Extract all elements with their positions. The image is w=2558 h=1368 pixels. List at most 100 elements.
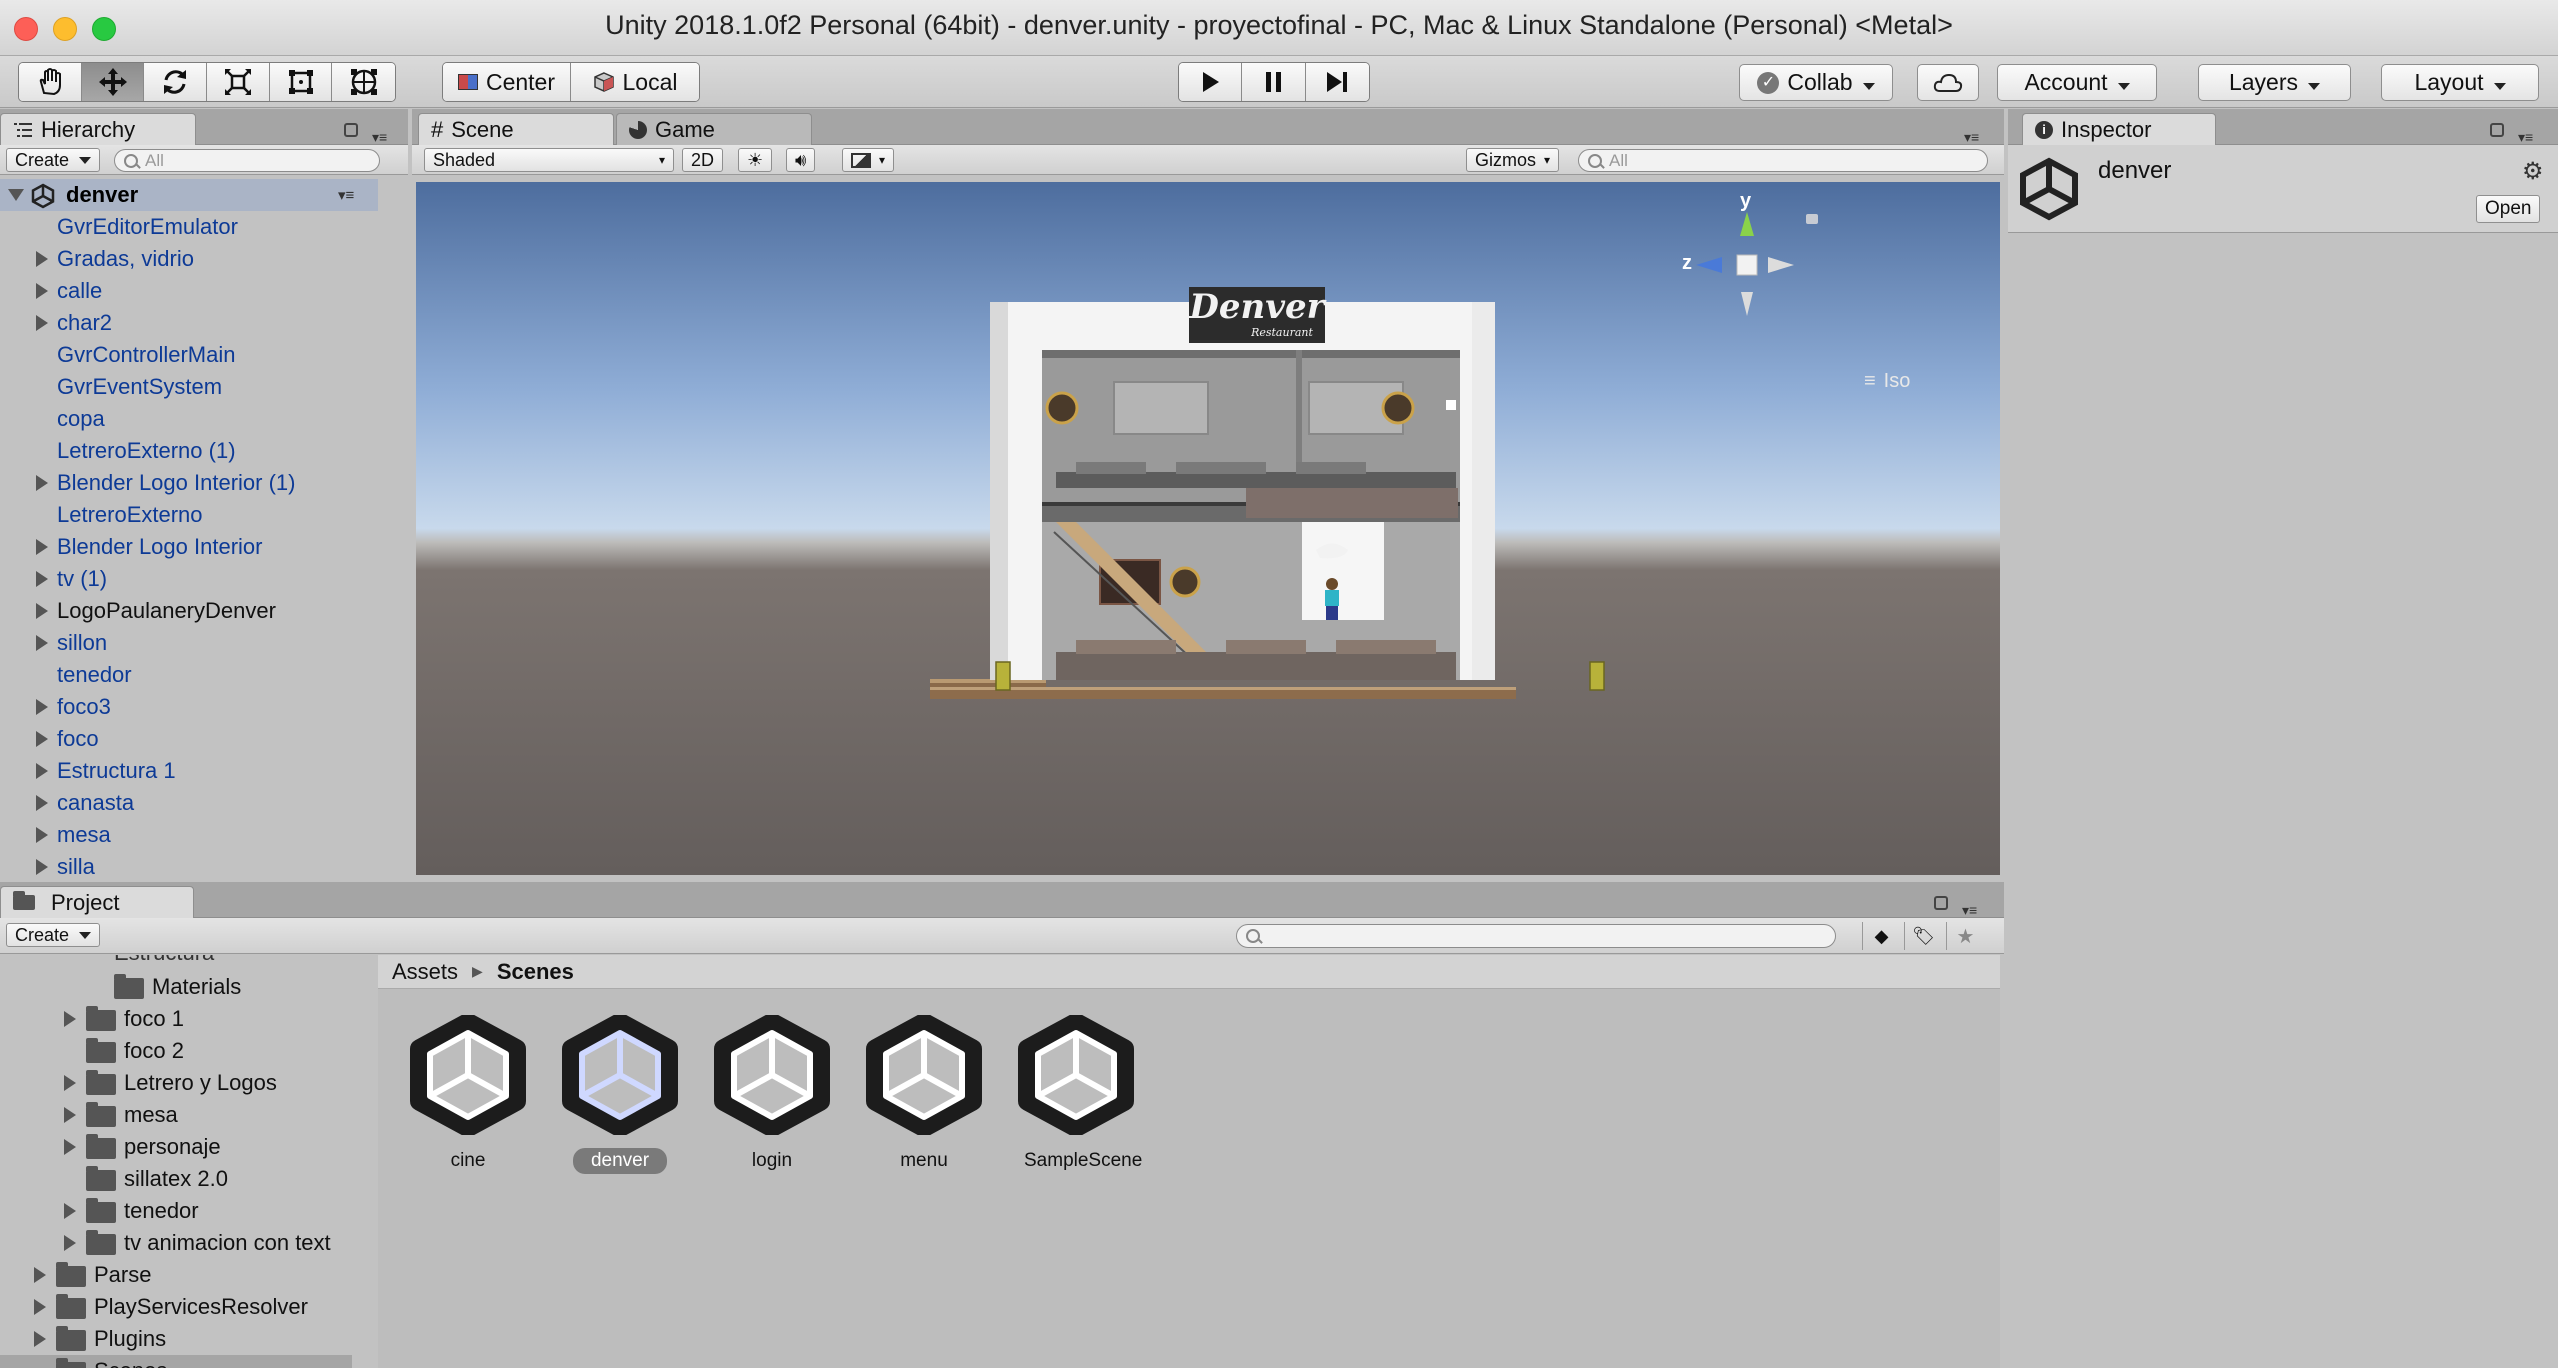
pivot-center-button[interactable]: Center bbox=[443, 63, 571, 101]
cloud-services-button[interactable] bbox=[1917, 64, 1979, 101]
hierarchy-item[interactable]: GvrEventSystem bbox=[0, 371, 378, 403]
collapsed-arrow-icon[interactable] bbox=[36, 635, 48, 651]
hierarchy-item[interactable]: canasta bbox=[0, 787, 378, 819]
search-by-label-button[interactable]: 🏷︎ bbox=[1904, 922, 1942, 950]
expanded-arrow-icon[interactable] bbox=[8, 189, 24, 201]
project-folder-row[interactable]: tenedor bbox=[0, 1195, 352, 1227]
project-search-input[interactable] bbox=[1236, 924, 1836, 948]
hierarchy-item[interactable]: calle bbox=[0, 275, 378, 307]
hierarchy-item[interactable]: tenedor bbox=[0, 659, 378, 691]
project-folder-row[interactable]: mesa bbox=[0, 1099, 352, 1131]
projection-toggle[interactable]: ≡ Iso bbox=[1864, 370, 1910, 393]
scene-asset[interactable]: menu bbox=[854, 1013, 994, 1174]
scene-root-row[interactable]: denver ▾≡ bbox=[0, 179, 378, 211]
tab-inspector[interactable]: i Inspector bbox=[2022, 113, 2216, 145]
project-menu-icon[interactable]: ▾≡ bbox=[1962, 902, 1977, 919]
collapsed-arrow-icon[interactable] bbox=[36, 283, 48, 299]
collapsed-arrow-icon[interactable] bbox=[36, 763, 48, 779]
collapsed-arrow-icon[interactable] bbox=[36, 475, 48, 491]
scene-asset[interactable]: denver bbox=[550, 1013, 690, 1174]
scene-effects-button[interactable]: ▾ bbox=[842, 148, 895, 172]
collapsed-arrow-icon[interactable] bbox=[34, 1299, 46, 1315]
orientation-gizmo[interactable]: y z bbox=[1682, 190, 1818, 340]
hierarchy-item[interactable]: Blender Logo Interior bbox=[0, 531, 378, 563]
project-folder-row[interactable]: Materials bbox=[0, 971, 352, 1003]
collapsed-arrow-icon[interactable] bbox=[34, 1267, 46, 1283]
project-folder-row[interactable]: sillatex 2.0 bbox=[0, 1163, 352, 1195]
hierarchy-item[interactable]: Blender Logo Interior (1) bbox=[0, 467, 378, 499]
settings-gear-icon[interactable]: ⚙ bbox=[2522, 157, 2544, 186]
project-folder-row[interactable]: Parse bbox=[0, 1259, 352, 1291]
hierarchy-item[interactable]: LetreroExterno bbox=[0, 499, 378, 531]
project-lock-icon[interactable] bbox=[1934, 896, 1948, 910]
project-folder-row[interactable]: foco 1 bbox=[0, 1003, 352, 1035]
collapsed-arrow-icon[interactable] bbox=[64, 1235, 76, 1251]
collapsed-arrow-icon[interactable] bbox=[36, 603, 48, 619]
project-folder-row[interactable]: personaje bbox=[0, 1131, 352, 1163]
project-folder-row[interactable]: foco 2 bbox=[0, 1035, 352, 1067]
collapsed-arrow-icon[interactable] bbox=[36, 859, 48, 875]
hierarchy-create-dropdown[interactable]: Create bbox=[6, 148, 101, 172]
move-tool-button[interactable] bbox=[81, 63, 145, 101]
scene-asset[interactable]: SampleScene bbox=[1006, 1013, 1146, 1174]
hierarchy-item[interactable]: foco3 bbox=[0, 691, 378, 723]
scene-asset[interactable]: cine bbox=[398, 1013, 538, 1174]
project-create-dropdown[interactable]: Create bbox=[6, 923, 101, 947]
search-by-type-button[interactable]: ◆ bbox=[1862, 922, 1900, 950]
transform-tool-button[interactable] bbox=[332, 63, 395, 101]
scene-viewport[interactable]: Denver Restaurant y z ≡ Iso bbox=[416, 182, 2000, 875]
hand-tool-button[interactable] bbox=[19, 63, 82, 101]
tab-game[interactable]: Game bbox=[616, 113, 812, 145]
project-folder-row[interactable]: Plugins bbox=[0, 1323, 352, 1355]
pause-button[interactable] bbox=[1242, 63, 1306, 101]
hierarchy-item[interactable]: LogoPaulaneryDenver bbox=[0, 595, 378, 627]
collapsed-arrow-icon[interactable] bbox=[64, 1011, 76, 1027]
favorites-button[interactable]: ★ bbox=[1946, 922, 1984, 950]
hierarchy-item[interactable]: GvrEditorEmulator bbox=[0, 211, 378, 243]
collapsed-arrow-icon[interactable] bbox=[36, 699, 48, 715]
collapsed-arrow-icon[interactable] bbox=[36, 827, 48, 843]
scene-menu-icon[interactable]: ▾≡ bbox=[338, 186, 354, 204]
project-folder-row[interactable]: PlayServicesResolver bbox=[0, 1291, 352, 1323]
collapsed-arrow-icon[interactable] bbox=[36, 539, 48, 555]
scene-panel-menu-icon[interactable]: ▾≡ bbox=[1964, 129, 1979, 146]
hierarchy-item[interactable]: GvrControllerMain bbox=[0, 339, 378, 371]
collapsed-arrow-icon[interactable] bbox=[36, 795, 48, 811]
scene-asset[interactable]: login bbox=[702, 1013, 842, 1174]
panel-menu-icon[interactable]: ▾≡ bbox=[372, 129, 387, 146]
breadcrumb-assets[interactable]: Assets bbox=[392, 959, 458, 985]
play-button[interactable] bbox=[1179, 63, 1243, 101]
scene-audio-button[interactable]: 🔊︎ bbox=[786, 148, 816, 172]
breadcrumb-scenes[interactable]: Scenes bbox=[497, 959, 574, 985]
hierarchy-item[interactable]: mesa bbox=[0, 819, 378, 851]
shading-mode-dropdown[interactable]: Shaded ▾ bbox=[424, 148, 674, 172]
collapsed-arrow-icon[interactable] bbox=[36, 571, 48, 587]
hierarchy-item[interactable]: LetreroExterno (1) bbox=[0, 435, 378, 467]
project-folder-row[interactable]: tv animacion con text bbox=[0, 1227, 352, 1259]
hierarchy-item[interactable]: Gradas, vidrio bbox=[0, 243, 378, 275]
hierarchy-item[interactable]: char2 bbox=[0, 307, 378, 339]
account-dropdown[interactable]: Account bbox=[1997, 64, 2157, 101]
collab-dropdown[interactable]: ✓ Collab bbox=[1739, 64, 1893, 101]
hierarchy-item[interactable]: tv (1) bbox=[0, 563, 378, 595]
collapsed-arrow-icon[interactable] bbox=[64, 1075, 76, 1091]
layers-dropdown[interactable]: Layers bbox=[2198, 64, 2351, 101]
collapsed-arrow-icon[interactable] bbox=[64, 1107, 76, 1123]
hierarchy-search-input[interactable]: All bbox=[114, 149, 380, 172]
scene-lighting-button[interactable]: ☀ bbox=[738, 148, 773, 172]
rect-tool-button[interactable] bbox=[269, 63, 333, 101]
hierarchy-item[interactable]: silla bbox=[0, 851, 378, 875]
scene-search-input[interactable]: All bbox=[1578, 149, 1988, 172]
inspector-menu-icon[interactable]: ▾≡ bbox=[2518, 129, 2533, 146]
scale-tool-button[interactable] bbox=[207, 63, 270, 101]
inspector-lock-icon[interactable] bbox=[2490, 123, 2504, 137]
hierarchy-item[interactable]: Estructura 1 bbox=[0, 755, 378, 787]
layout-dropdown[interactable]: Layout bbox=[2381, 64, 2539, 101]
collapsed-arrow-icon[interactable] bbox=[64, 1139, 76, 1155]
step-button[interactable] bbox=[1305, 63, 1369, 101]
tab-scene[interactable]: # Scene bbox=[418, 113, 614, 145]
toggle-2d-button[interactable]: 2D bbox=[682, 148, 724, 172]
collapsed-arrow-icon[interactable] bbox=[64, 1203, 76, 1219]
project-folder-row[interactable]: Scenes bbox=[0, 1355, 352, 1368]
hierarchy-item[interactable]: copa bbox=[0, 403, 378, 435]
